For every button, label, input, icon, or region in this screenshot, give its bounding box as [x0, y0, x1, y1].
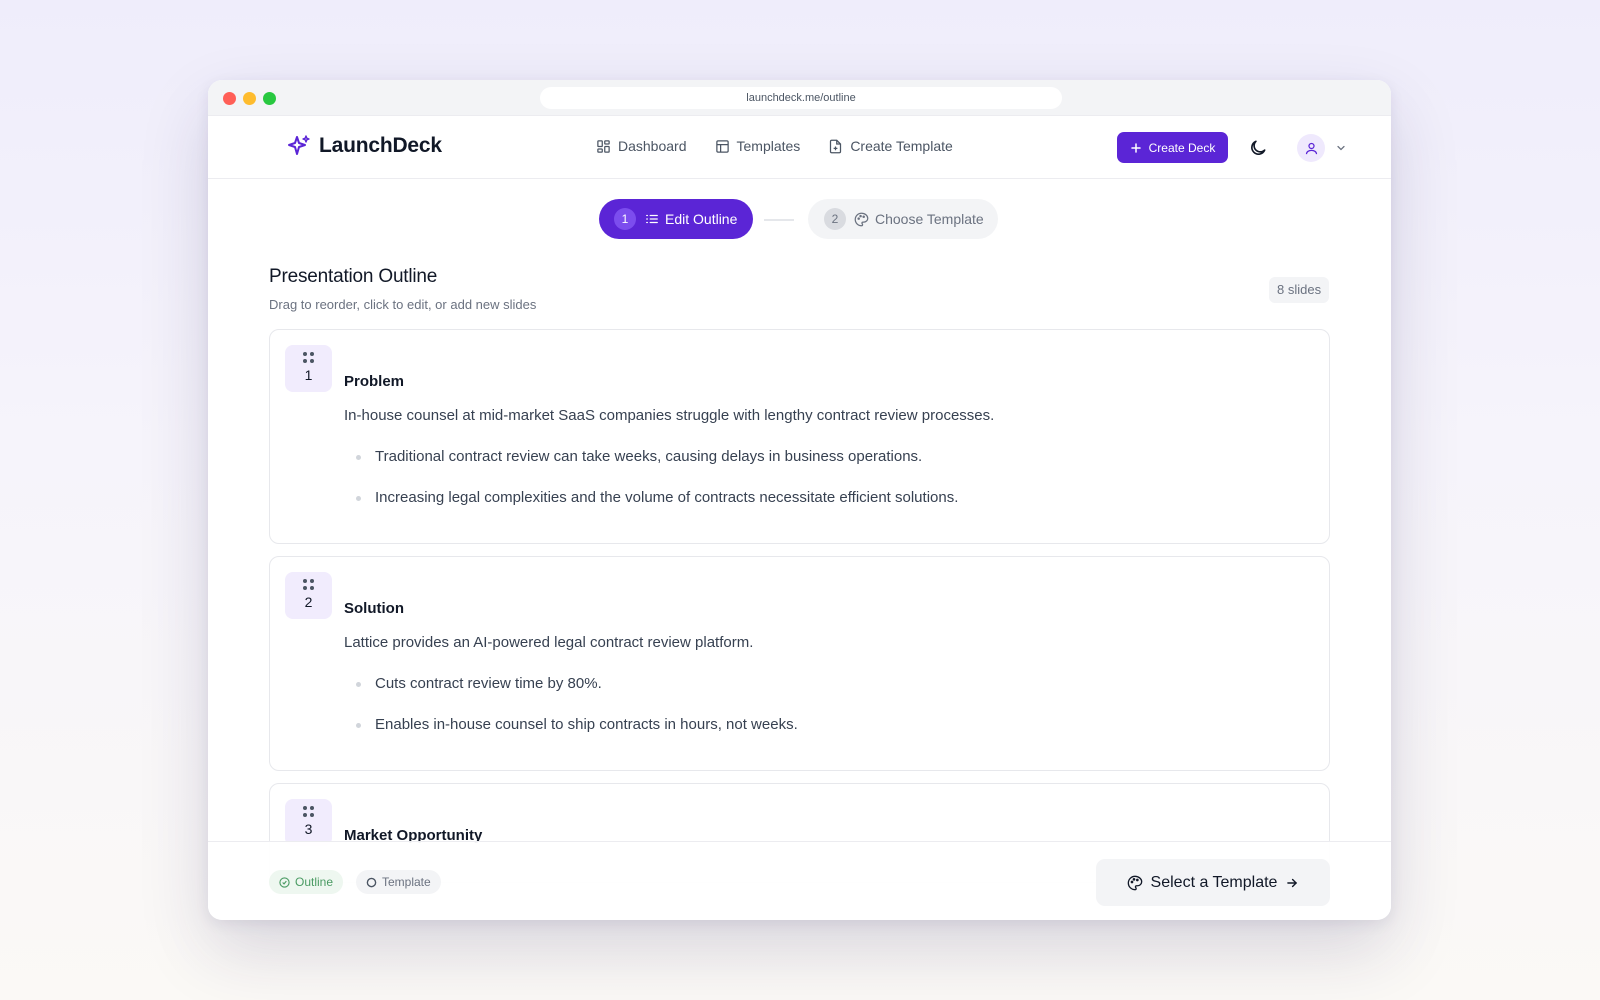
progress-template-badge: Template — [356, 870, 441, 894]
moon-icon[interactable] — [1248, 138, 1268, 158]
file-plus-icon — [830, 139, 842, 153]
step-connector — [764, 219, 794, 221]
user-avatar[interactable] — [1297, 134, 1325, 162]
address-bar[interactable]: launchdeck.me/outline — [540, 87, 1062, 109]
brand-logo[interactable]: LaunchDeck — [287, 134, 442, 158]
drag-handle[interactable]: 2 — [285, 572, 332, 619]
chevron-down-icon[interactable] — [1335, 142, 1347, 154]
slide-card[interactable]: 2 Solution Lattice provides an AI-powere… — [269, 556, 1330, 771]
minimize-window-button[interactable] — [243, 92, 256, 105]
nav-templates-label: Templates — [736, 138, 801, 154]
step-choose-template[interactable]: 2 Choose Template — [808, 199, 998, 239]
slide-bullet[interactable]: Increasing legal complexities and the vo… — [356, 489, 958, 530]
step-edit-outline-label: Edit Outline — [665, 211, 738, 227]
slide-list: 1 Problem In-house counsel at mid-market… — [269, 329, 1330, 895]
brand-name: LaunchDeck — [319, 134, 442, 157]
plus-icon — [1130, 142, 1141, 153]
slide-number: 3 — [304, 821, 313, 837]
slide-count-badge: 8 slides — [1269, 277, 1330, 303]
page-title: Presentation Outline — [269, 266, 438, 287]
select-template-label: Select a Template — [1150, 873, 1278, 891]
progress-outline-label: Outline — [295, 875, 334, 889]
select-template-button[interactable]: Select a Template — [1096, 859, 1330, 906]
footer-bar: Outline Template Select a Template — [208, 841, 1391, 920]
browser-titlebar: launchdeck.me/outline — [208, 80, 1391, 116]
step-choose-template-label: Choose Template — [875, 211, 984, 227]
layout-icon — [715, 139, 729, 153]
circle-icon — [366, 877, 377, 887]
palette-icon — [854, 212, 869, 226]
grip-icon — [303, 806, 314, 817]
outline-header: Presentation Outline Drag to reorder, cl… — [269, 266, 536, 312]
slide-description[interactable]: Lattice provides an AI-powered legal con… — [344, 634, 753, 651]
progress-template-label: Template — [382, 875, 431, 889]
list-icon — [646, 214, 658, 224]
drag-handle[interactable]: 3 — [285, 799, 332, 846]
page-subtitle: Drag to reorder, click to edit, or add n… — [269, 297, 537, 312]
grip-icon — [303, 352, 314, 363]
nav-templates[interactable]: Templates — [715, 138, 801, 154]
step-label: Choose Template — [854, 211, 984, 227]
slide-number: 2 — [304, 594, 313, 610]
slide-bullet[interactable]: Traditional contract review can take wee… — [356, 448, 958, 489]
step-label: Edit Outline — [645, 211, 737, 227]
sparkle-icon — [288, 135, 310, 155]
step-number: 1 — [614, 208, 636, 230]
palette-icon — [1127, 875, 1142, 890]
slide-bullets: Cuts contract review time by 80%. Enable… — [356, 675, 798, 757]
grip-icon — [303, 579, 314, 590]
drag-handle[interactable]: 1 — [285, 345, 332, 392]
slide-bullets: Traditional contract review can take wee… — [356, 448, 958, 530]
nav-dashboard-label: Dashboard — [618, 138, 687, 154]
create-deck-button[interactable]: Create Deck — [1117, 132, 1228, 163]
maximize-window-button[interactable] — [263, 92, 276, 105]
workflow-stepper: 1 Edit Outline 2 Choose Template — [208, 199, 1391, 239]
step-number: 2 — [824, 208, 846, 230]
slide-bullet[interactable]: Enables in-house counsel to ship contrac… — [356, 716, 798, 757]
check-circle-icon — [279, 876, 290, 888]
slide-bullet[interactable]: Cuts contract review time by 80%. — [356, 675, 798, 716]
arrow-right-icon — [1287, 878, 1298, 887]
slide-number: 1 — [304, 367, 313, 383]
slide-description[interactable]: In-house counsel at mid-market SaaS comp… — [344, 407, 994, 424]
slide-title[interactable]: Problem — [344, 373, 404, 390]
top-navbar: LaunchDeck Dashboard Templates Create Te… — [208, 116, 1391, 179]
grid-icon — [597, 139, 610, 153]
user-icon — [1305, 142, 1317, 154]
browser-window: launchdeck.me/outline LaunchDeck Dashboa… — [208, 80, 1391, 920]
slide-title[interactable]: Solution — [344, 600, 404, 617]
nav-dashboard[interactable]: Dashboard — [596, 138, 687, 154]
progress-outline-badge: Outline — [269, 870, 344, 894]
nav-create-template[interactable]: Create Template — [828, 138, 953, 154]
nav-links: Dashboard Templates Create Template — [596, 138, 953, 154]
create-deck-label: Create Deck — [1148, 140, 1216, 155]
close-window-button[interactable] — [223, 92, 236, 105]
nav-create-template-label: Create Template — [850, 138, 953, 154]
slide-card[interactable]: 1 Problem In-house counsel at mid-market… — [269, 329, 1330, 544]
step-edit-outline[interactable]: 1 Edit Outline — [599, 199, 753, 239]
